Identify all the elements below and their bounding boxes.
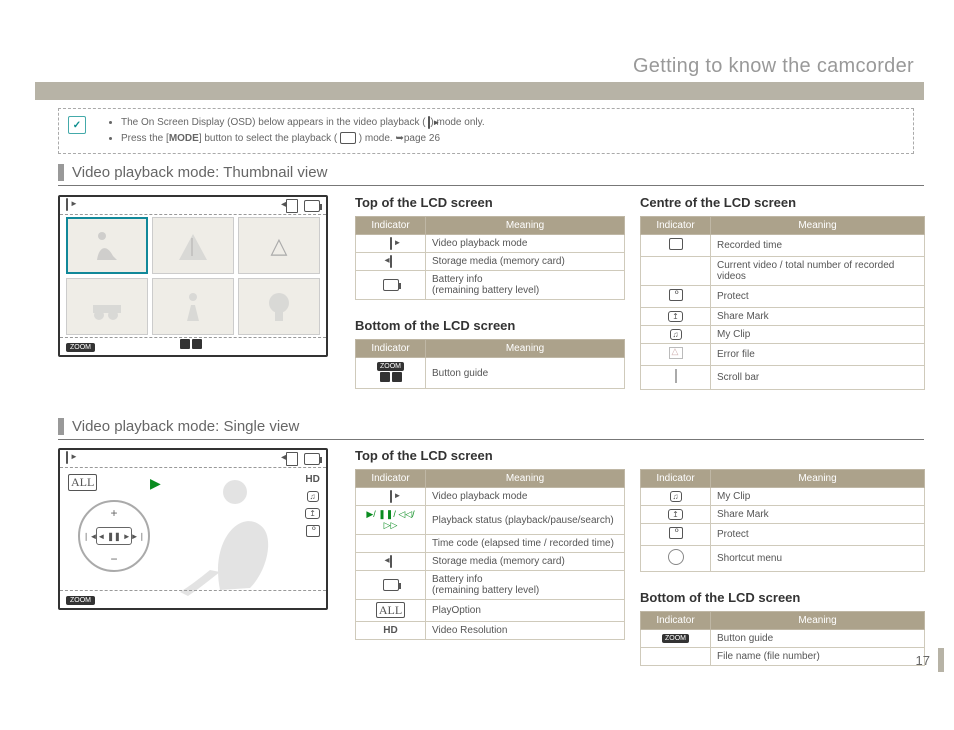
zoom-chip-icon: ZOOM <box>377 362 404 371</box>
share-mark-icon: ↥ <box>668 509 683 520</box>
sub-heading: Top of the LCD screen <box>355 195 625 210</box>
my-clip-icon: ♫ <box>670 491 682 502</box>
note-line-1: The On Screen Display (OSD) below appear… <box>121 115 903 131</box>
share-mark-icon: ↥ <box>668 311 683 322</box>
error-file-icon <box>669 347 683 359</box>
page-number: 17 <box>916 648 944 672</box>
protect-icon <box>306 525 320 537</box>
share-mark-icon: ↥ <box>305 508 320 519</box>
thumbnail-error: △ <box>238 217 320 274</box>
playback-mode-icon <box>66 198 68 211</box>
playback-status-icon: ▶/ ❚❚/ ◁◁/▷▷ <box>356 506 426 535</box>
table-single-bottom: IndicatorMeaning ZOOMButton guide File n… <box>640 611 925 666</box>
playoption-icon: ALL <box>68 474 97 491</box>
title-rule <box>35 82 924 100</box>
table-thumb-bottom: IndicatorMeaning ZOOM Button guide <box>355 339 625 389</box>
thumbnail <box>152 278 234 335</box>
button-guide-icon <box>179 339 207 352</box>
my-clip-icon: ♫ <box>307 491 319 502</box>
table-single-top-left: IndicatorMeaning Video playback mode ▶/ … <box>355 469 625 640</box>
protect-icon <box>669 527 683 539</box>
silhouette-image <box>150 470 310 600</box>
playback-mode-icon <box>390 237 392 250</box>
sub-heading: Bottom of the LCD screen <box>355 318 625 333</box>
note-line-2: Press the [MODE] button to select the pl… <box>121 131 903 147</box>
button-guide-icon <box>377 372 405 385</box>
sub-heading: Top of the LCD screen <box>355 448 625 463</box>
thumbnail <box>152 217 234 274</box>
lcd-thumbnail-view: △ ZOOM <box>58 195 328 357</box>
section-heading-single: Video playback mode: Single view <box>58 418 924 435</box>
memory-card-icon <box>286 452 298 466</box>
section-rule <box>58 185 924 186</box>
battery-icon <box>304 200 320 212</box>
thumbnail <box>66 278 148 335</box>
sub-heading: Centre of the LCD screen <box>640 195 925 210</box>
playback-rect-icon <box>340 132 356 144</box>
zoom-chip-icon: ZOOM <box>662 634 689 643</box>
section-heading-thumbnail: Video playback mode: Thumbnail view <box>58 164 924 181</box>
protect-icon <box>669 289 683 301</box>
page-title: Getting to know the camcorder <box>633 55 914 78</box>
battery-icon <box>383 279 399 291</box>
my-clip-icon: ♫ <box>670 329 682 340</box>
lcd-single-view: ▶ ALL + − ❘◄◄ ❚❚ ►►❘ HD ♫ ↥ ZOOM <box>58 448 328 610</box>
memory-card-icon <box>390 255 392 268</box>
sub-heading: Bottom of the LCD screen <box>640 590 925 605</box>
thumbnail-selected <box>66 217 148 274</box>
table-thumb-centre: IndicatorMeaning Recorded time Current v… <box>640 216 925 390</box>
recorded-time-icon <box>669 238 683 250</box>
table-thumb-top: IndicatorMeaning Video playback mode Sto… <box>355 216 625 300</box>
note-box: The On Screen Display (OSD) below appear… <box>58 108 914 154</box>
battery-icon <box>383 579 399 591</box>
zoom-chip: ZOOM <box>66 596 95 605</box>
battery-icon <box>304 453 320 465</box>
memory-card-icon <box>286 199 298 213</box>
hd-icon: HD <box>383 625 397 636</box>
playback-mode-icon <box>66 451 68 464</box>
hd-icon: HD <box>305 474 319 485</box>
playback-mode-icon <box>390 490 392 503</box>
thumbnail <box>238 278 320 335</box>
zoom-chip: ZOOM <box>66 343 95 352</box>
warning-icon: △ <box>271 233 288 259</box>
scroll-bar-icon <box>675 369 677 383</box>
playoption-icon: ALL <box>376 602 405 618</box>
shortcut-wheel-icon <box>668 549 684 565</box>
memory-card-icon <box>390 555 392 568</box>
table-single-top-right: IndicatorMeaning ♫My Clip ↥Share Mark Pr… <box>640 469 925 572</box>
control-wheel-icon: + − ❘◄◄ ❚❚ ►►❘ <box>78 500 150 572</box>
section-rule <box>58 439 924 440</box>
